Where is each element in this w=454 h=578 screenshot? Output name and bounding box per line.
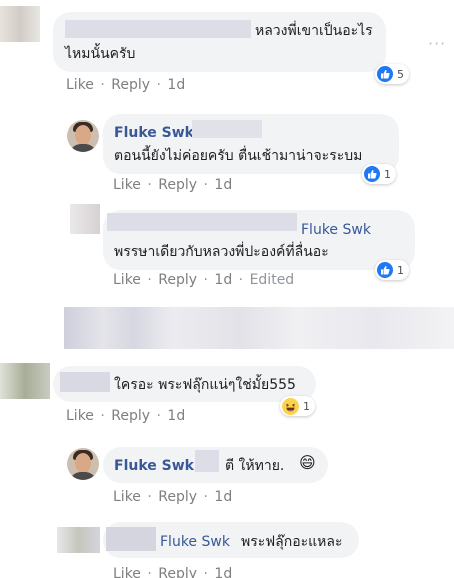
reaction-badge[interactable]: 1 (375, 260, 409, 280)
timestamp-link[interactable]: 1d (167, 77, 185, 93)
separator: · (238, 272, 244, 288)
reply-link[interactable]: Reply (158, 566, 197, 578)
reaction-count: 1 (384, 167, 391, 181)
reaction-badge[interactable]: 1 (280, 396, 315, 416)
avatar-blurred[interactable] (0, 6, 40, 42)
like-link[interactable]: Like (66, 408, 94, 424)
like-link[interactable]: Like (113, 566, 141, 578)
separator: · (203, 489, 208, 505)
comment-text: ไหมนั้นครับ (65, 46, 136, 62)
separator: · (156, 77, 161, 93)
blurred-content (64, 307, 454, 349)
like-reaction-icon (364, 166, 380, 182)
reaction-count: 1 (303, 399, 310, 413)
timestamp-link[interactable]: 1d (214, 566, 232, 578)
like-link[interactable]: Like (113, 272, 141, 288)
timestamp-link[interactable]: 1d (167, 408, 185, 424)
timestamp-link[interactable]: 1d (214, 177, 232, 193)
separator: · (203, 272, 208, 288)
separator: · (203, 566, 208, 578)
like-reaction-icon (377, 262, 393, 278)
name-suffix-blurred (192, 120, 262, 138)
name-suffix-blurred (195, 450, 219, 472)
comment-actions: Like · Reply · 1d (66, 408, 185, 424)
smile-emoji-icon: 😄 (299, 453, 316, 472)
edited-label: Edited (249, 272, 295, 288)
commenter-name-blurred[interactable] (65, 20, 251, 38)
comment-text: พระฟลุ๊กอะแหละ (241, 534, 343, 550)
separator: · (147, 566, 152, 578)
haha-reaction-icon (282, 397, 299, 415)
comment-actions: Like · Reply · 1d (113, 177, 232, 193)
comment-text: พรรษาเดียวกับหลวงพี่ปะองค์ที่ลื่นอะ (114, 244, 329, 260)
timestamp-link[interactable]: 1d (214, 272, 232, 288)
like-link[interactable]: Like (113, 177, 141, 193)
commenter-name-blurred[interactable] (60, 372, 110, 392)
mention-link[interactable]: Fluke Swk (160, 533, 230, 551)
comment-actions: Like · Reply · 1d (113, 489, 232, 505)
comment-actions: Like · Reply · 1d (113, 566, 232, 578)
more-options-icon[interactable]: ··· (428, 34, 446, 53)
reply-link[interactable]: Reply (111, 77, 150, 93)
separator: · (203, 177, 208, 193)
separator: · (147, 272, 152, 288)
commenter-name-blurred[interactable] (107, 213, 297, 231)
avatar-blurred[interactable] (0, 363, 50, 399)
like-link[interactable]: Like (113, 489, 141, 505)
commenter-name[interactable]: Fluke Swk (114, 124, 194, 142)
comment-text: ใครอะ พระฟลุ๊กแน่ๆใช่มั้ย555 (114, 377, 296, 393)
comment-actions: Like · Reply · 1d · Edited (113, 272, 294, 288)
separator: · (147, 177, 152, 193)
separator: · (147, 489, 152, 505)
separator: · (156, 408, 161, 424)
avatar-blurred[interactable] (70, 204, 100, 234)
commenter-name-blurred[interactable] (106, 527, 156, 551)
like-reaction-icon (377, 66, 393, 82)
reply-link[interactable]: Reply (158, 489, 197, 505)
avatar[interactable] (67, 448, 99, 480)
comment-text: หลวงพี่เขาเป็นอะไร (255, 23, 373, 39)
reaction-count: 5 (397, 67, 404, 81)
commenter-name[interactable]: Fluke Swk (114, 457, 194, 475)
reaction-count: 1 (397, 263, 404, 277)
timestamp-link[interactable]: 1d (214, 489, 232, 505)
reply-link[interactable]: Reply (158, 272, 197, 288)
reaction-badge[interactable]: 5 (375, 64, 409, 84)
reply-link[interactable]: Reply (111, 408, 150, 424)
reaction-badge[interactable]: 1 (362, 164, 396, 184)
avatar[interactable] (67, 120, 99, 152)
mention-link[interactable]: Fluke Swk (301, 221, 371, 239)
separator: · (100, 77, 105, 93)
comment-actions: Like · Reply · 1d (66, 77, 185, 93)
avatar-blurred[interactable] (57, 527, 100, 553)
comment-text: ตี ให้ทาย. (225, 458, 285, 474)
comment-text: ตอนนี้ยังไม่ค่อยครับ ตื่นเช้ามาน่าจะระบม (114, 148, 363, 164)
reply-link[interactable]: Reply (158, 177, 197, 193)
separator: · (100, 408, 105, 424)
like-link[interactable]: Like (66, 77, 94, 93)
